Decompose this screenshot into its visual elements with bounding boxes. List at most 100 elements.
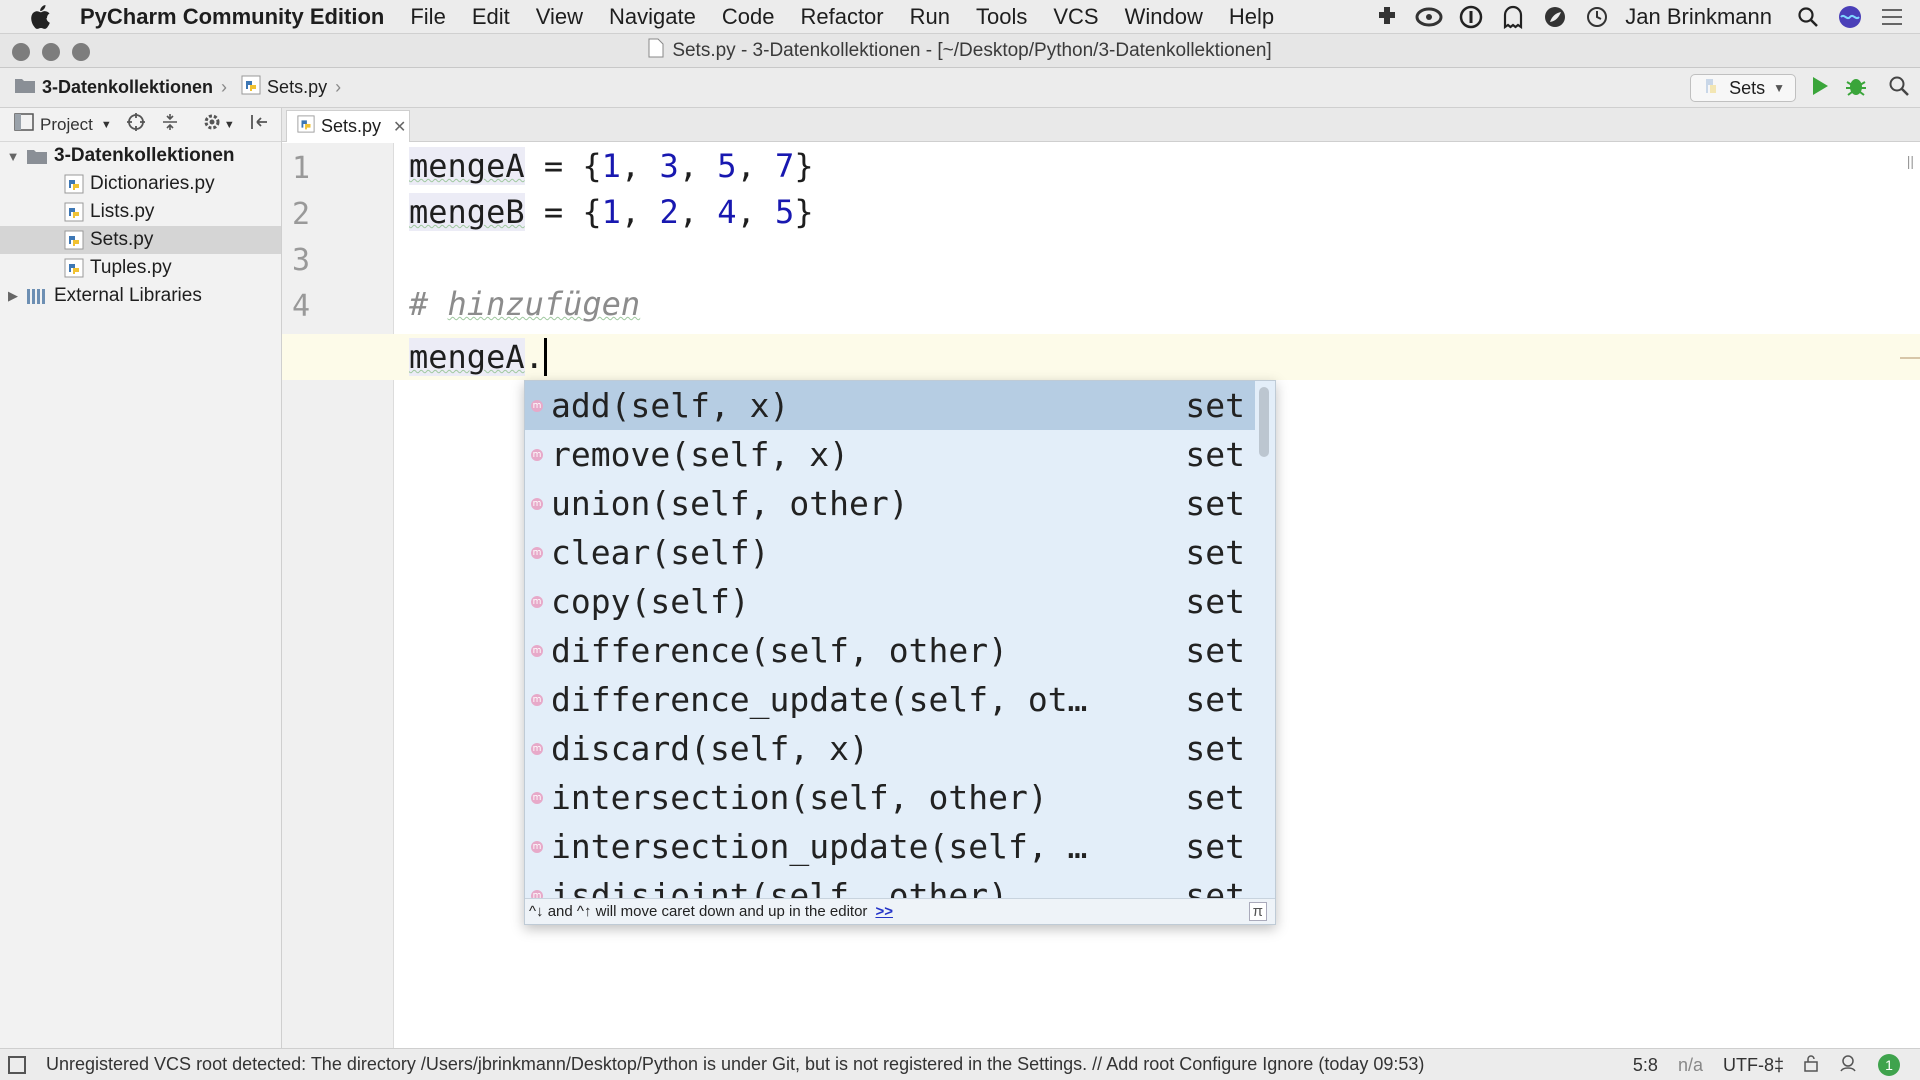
- completion-item[interactable]: m difference(self, other) set: [525, 626, 1255, 675]
- siri-icon[interactable]: [1836, 3, 1864, 31]
- breadcrumb-separator-icon: ›: [335, 77, 342, 97]
- breadcrumb-file[interactable]: Sets.py ›: [241, 75, 341, 100]
- chevron-down-icon[interactable]: ▼: [101, 119, 112, 131]
- completion-scrollbar[interactable]: [1259, 387, 1269, 457]
- notification-center-icon[interactable]: [1878, 3, 1906, 31]
- tool-windows-icon[interactable]: [8, 1056, 26, 1074]
- method-icon: m: [531, 497, 543, 510]
- completion-item[interactable]: m union(self, other) set: [525, 479, 1255, 528]
- search-everywhere-icon[interactable]: [1888, 75, 1910, 102]
- collapsed-arrow-icon[interactable]: ▶: [6, 288, 20, 304]
- completion-type: set: [1185, 582, 1245, 621]
- project-view-select[interactable]: Project: [40, 115, 93, 135]
- folder-icon: [14, 76, 36, 99]
- time-machine-icon[interactable]: [1583, 3, 1611, 31]
- tab-label: Sets.py: [321, 116, 382, 136]
- code-line-5: mengeA.: [409, 334, 547, 380]
- method-icon: m: [531, 595, 543, 608]
- completion-type: set: [1185, 680, 1245, 719]
- app-name[interactable]: PyCharm Community Edition: [80, 4, 384, 30]
- gear-dropdown-icon[interactable]: ▼: [224, 119, 235, 131]
- user-name[interactable]: Jan Brinkmann: [1625, 4, 1772, 30]
- menu-view[interactable]: View: [536, 4, 583, 30]
- document-icon: [648, 38, 664, 64]
- breadcrumb-project[interactable]: 3-Datenkollektionen ›: [14, 76, 227, 99]
- number-literal: 4: [717, 193, 737, 231]
- status-message[interactable]: Unregistered VCS root detected: The dire…: [46, 1054, 1424, 1075]
- tree-file-lists[interactable]: Lists.py: [0, 198, 281, 226]
- code-text: ,: [678, 193, 718, 231]
- ghost-icon[interactable]: [1499, 3, 1527, 31]
- code-completion-popup[interactable]: m add(self, x) set m remove(self, x) set…: [524, 380, 1276, 925]
- tree-file-dictionaries[interactable]: Dictionaries.py: [0, 170, 281, 198]
- completion-hint: ^↓ and ^↑ will move caret down and up in…: [529, 903, 868, 920]
- code-text: }: [794, 193, 814, 231]
- code-line-1: mengeA = {1, 3, 5, 7}: [409, 143, 814, 189]
- puzzle-icon[interactable]: [1373, 3, 1401, 31]
- editor-tabs: Sets.py ✕: [282, 108, 1920, 142]
- menu-vcs[interactable]: VCS: [1053, 4, 1098, 30]
- tree-file-label: Dictionaries.py: [90, 173, 215, 194]
- completion-item[interactable]: m clear(self) set: [525, 528, 1255, 577]
- tree-root-folder[interactable]: ▼ 3-Datenkollektionen: [0, 142, 281, 170]
- gear-icon[interactable]: [202, 112, 222, 137]
- python-file-icon: [241, 75, 261, 100]
- completion-item[interactable]: m intersection_update(self, … set: [525, 822, 1255, 871]
- method-icon: m: [531, 742, 543, 755]
- completion-item[interactable]: m difference_update(self, ot… set: [525, 675, 1255, 724]
- run-icon[interactable]: [1810, 75, 1830, 102]
- completion-item[interactable]: m discard(self, x) set: [525, 724, 1255, 773]
- lock-icon[interactable]: [1804, 1054, 1818, 1077]
- tree-external-label: External Libraries: [54, 285, 202, 306]
- window-title: Sets.py - 3-Datenkollektionen - [~/Deskt…: [672, 40, 1272, 61]
- password-manager-icon[interactable]: [1457, 3, 1485, 31]
- completion-type: set: [1185, 386, 1245, 425]
- menu-file[interactable]: File: [410, 4, 445, 30]
- tab-sets-py[interactable]: Sets.py ✕: [286, 110, 410, 142]
- breadcrumb-project-label: 3-Datenkollektionen: [42, 77, 214, 97]
- completion-type: set: [1185, 729, 1245, 768]
- completion-item[interactable]: m copy(self) set: [525, 577, 1255, 626]
- number-literal: 5: [717, 147, 737, 185]
- creative-cloud-icon[interactable]: [1415, 3, 1443, 31]
- pin-popup-icon[interactable]: π: [1248, 902, 1267, 921]
- variable-name: mengeB: [409, 193, 525, 231]
- hide-panel-icon[interactable]: [249, 112, 269, 137]
- expand-arrow-icon[interactable]: ▼: [6, 149, 20, 164]
- caret-position[interactable]: 5:8: [1633, 1055, 1658, 1076]
- notifications-badge[interactable]: 1: [1878, 1054, 1900, 1076]
- menu-tools[interactable]: Tools: [976, 4, 1027, 30]
- file-encoding[interactable]: UTF-8‡: [1723, 1055, 1784, 1076]
- debug-icon[interactable]: [1844, 74, 1868, 103]
- line-number: 2: [292, 197, 311, 232]
- completion-item[interactable]: m add(self, x) set: [525, 381, 1255, 430]
- close-icon[interactable]: ✕: [393, 117, 406, 137]
- completion-hint-link[interactable]: >>: [875, 903, 893, 920]
- completion-item[interactable]: m intersection(self, other) set: [525, 773, 1255, 822]
- tree-file-tuples[interactable]: Tuples.py: [0, 254, 281, 282]
- error-stripe-marker[interactable]: [1900, 357, 1920, 359]
- completion-item[interactable]: m remove(self, x) set: [525, 430, 1255, 479]
- collapse-all-icon[interactable]: [160, 112, 180, 137]
- scroll-from-source-icon[interactable]: [126, 112, 146, 137]
- tree-file-sets[interactable]: Sets.py: [0, 226, 281, 254]
- line-separator-indicator[interactable]: n/a: [1678, 1055, 1703, 1076]
- menu-window[interactable]: Window: [1125, 4, 1203, 30]
- number-literal: 1: [601, 147, 621, 185]
- number-literal: 7: [775, 147, 795, 185]
- inspector-icon[interactable]: [1838, 1053, 1858, 1078]
- tree-external-libraries[interactable]: ▶ External Libraries: [0, 282, 281, 310]
- menu-refactor[interactable]: Refactor: [800, 4, 883, 30]
- menu-help[interactable]: Help: [1229, 4, 1274, 30]
- leaf-icon[interactable]: [1541, 3, 1569, 31]
- run-configuration-select[interactable]: Sets ▼: [1690, 74, 1796, 102]
- menu-navigate[interactable]: Navigate: [609, 4, 696, 30]
- apple-icon[interactable]: [0, 4, 80, 30]
- search-icon[interactable]: [1794, 3, 1822, 31]
- menu-run[interactable]: Run: [910, 4, 950, 30]
- menu-edit[interactable]: Edit: [472, 4, 510, 30]
- menu-code[interactable]: Code: [722, 4, 775, 30]
- completion-signature: difference(self, other): [551, 631, 1008, 670]
- comment-hash: #: [409, 285, 448, 323]
- method-icon: m: [531, 546, 543, 559]
